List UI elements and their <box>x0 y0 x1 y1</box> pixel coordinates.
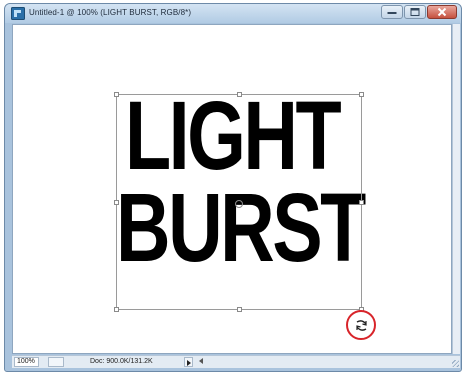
transform-handle-middle-right[interactable] <box>359 200 364 205</box>
window-title: Untitled-1 @ 100% (LIGHT BURST, RGB/8*) <box>29 8 192 17</box>
transform-handle-top-left[interactable] <box>114 92 119 97</box>
photoshop-doc-icon <box>11 7 25 20</box>
maximize-icon <box>410 8 420 16</box>
document-canvas[interactable]: LIGHT BURST <box>12 24 452 354</box>
minimize-button[interactable] <box>381 5 403 19</box>
document-window: Untitled-1 @ 100% (LIGHT BURST, RGB/8*) … <box>4 3 462 372</box>
close-button[interactable] <box>427 5 457 19</box>
transform-handle-top-center[interactable] <box>237 92 242 97</box>
maximize-button[interactable] <box>404 5 426 19</box>
free-transform-bounding-box[interactable] <box>114 92 364 312</box>
vertical-scrollbar[interactable] <box>452 24 460 354</box>
close-icon <box>437 7 447 17</box>
minimize-icon <box>387 12 397 14</box>
transform-reference-point[interactable] <box>235 200 243 208</box>
rotate-cursor-icon <box>356 320 367 331</box>
zoom-level-field[interactable]: 100% <box>14 357 39 367</box>
transform-handle-top-right[interactable] <box>359 92 364 97</box>
document-size-info: Doc: 900.0K/131.2K <box>90 358 153 365</box>
transform-handle-bottom-center[interactable] <box>237 307 242 312</box>
title-bar[interactable]: Untitled-1 @ 100% (LIGHT BURST, RGB/8*) <box>5 4 461 23</box>
status-preview-icon[interactable] <box>48 357 64 367</box>
status-menu-arrow-icon[interactable] <box>184 357 193 367</box>
rotate-cursor-highlight <box>346 310 376 340</box>
status-bar: 100% Doc: 900.0K/131.2K <box>12 355 460 368</box>
transform-handle-bottom-left[interactable] <box>114 307 119 312</box>
transform-handle-middle-left[interactable] <box>114 200 119 205</box>
scroll-left-arrow-icon[interactable] <box>199 358 203 364</box>
resize-grip-icon[interactable] <box>452 360 459 367</box>
window-controls <box>381 5 457 20</box>
